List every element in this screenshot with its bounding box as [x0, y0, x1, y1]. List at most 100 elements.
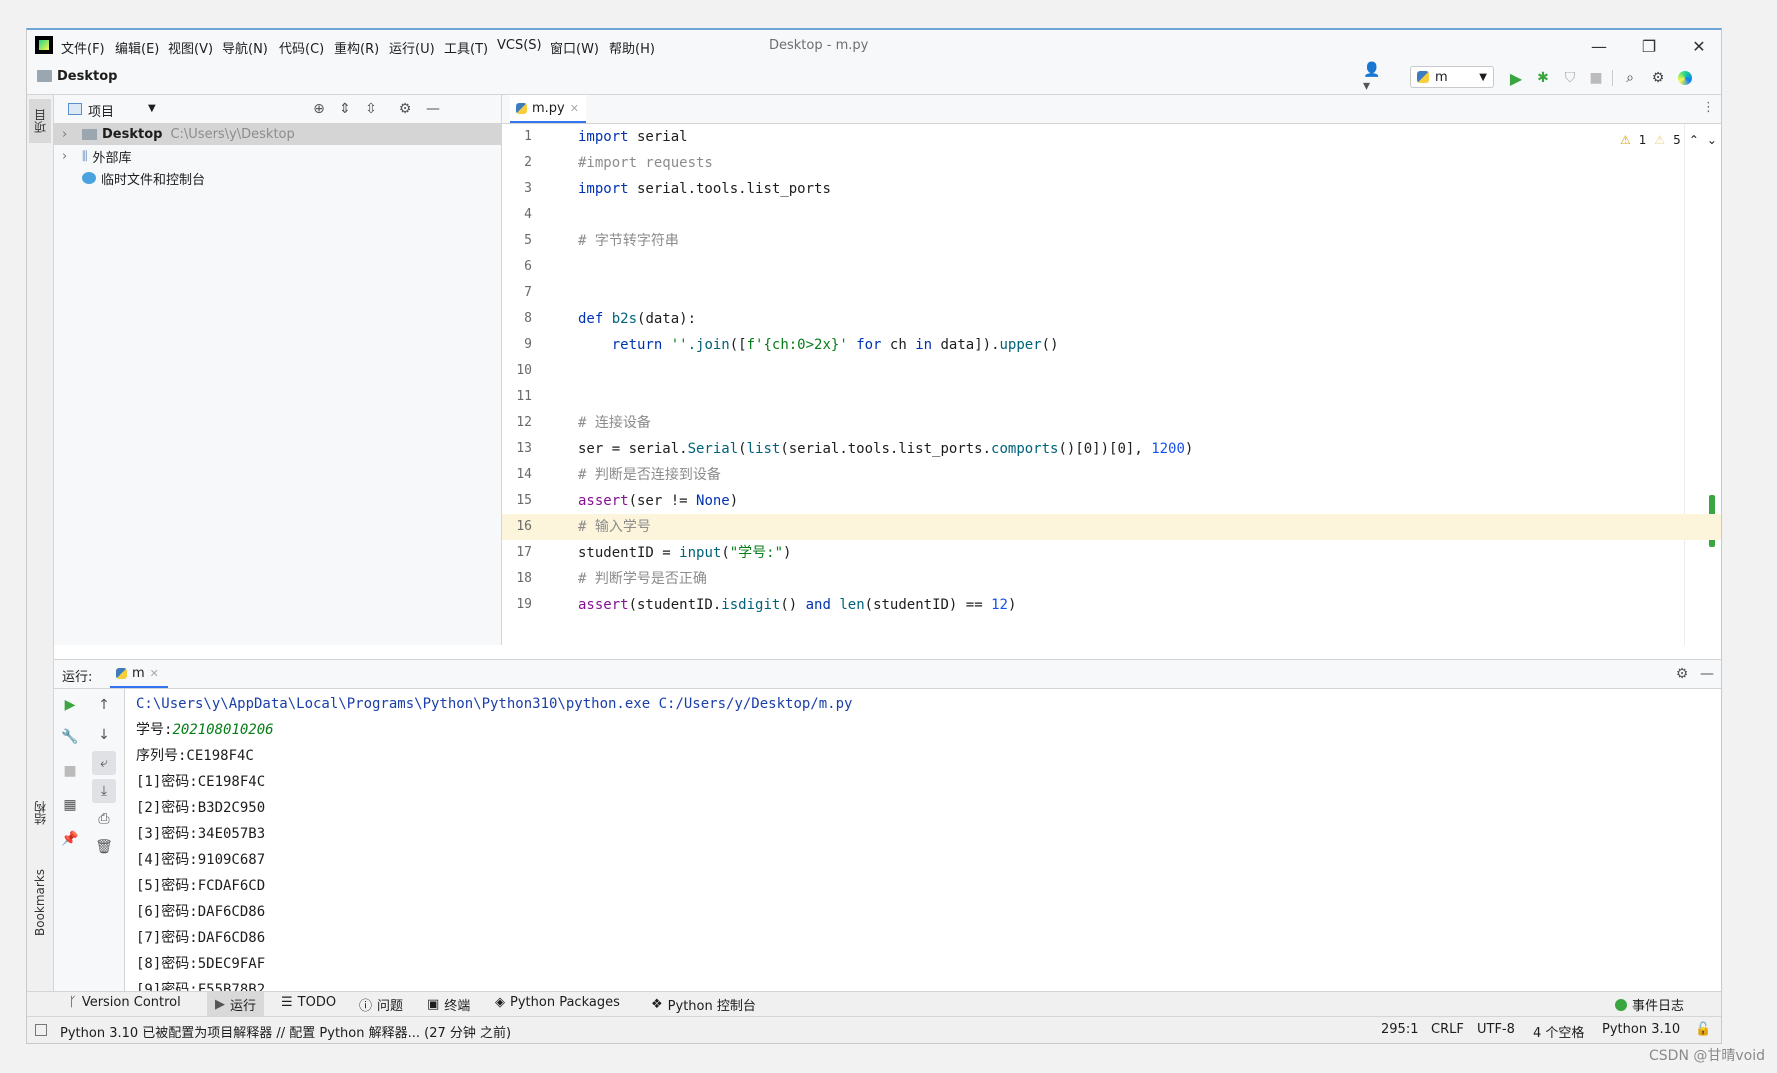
close-icon[interactable]: ✕ [1682, 34, 1716, 58]
arrow-down-icon[interactable]: ↓ [92, 723, 116, 747]
code-line[interactable]: 6 [502, 254, 1721, 280]
close-tab-icon[interactable]: ✕ [570, 102, 579, 115]
locate-icon[interactable]: ⊕ [308, 98, 330, 120]
tree-item-scratches[interactable]: 临时文件和控制台 [54, 167, 501, 189]
code-token: import [578, 129, 629, 145]
menu-vcs[interactable]: VCS(S) [497, 38, 542, 53]
gear-icon[interactable]: ⚙ [1671, 663, 1693, 685]
code-line[interactable]: 11 [502, 384, 1721, 410]
stop-icon[interactable]: ■ [58, 759, 82, 783]
run-toolbar: ▶ 🔧 ■ ▦ 📌 ↑ ↓ ⤶ ⤓ ⎙ 🗑 [54, 689, 125, 991]
run-tab-m[interactable]: m ✕ [110, 660, 168, 688]
more-tabs-icon[interactable]: ⋮ [1702, 100, 1715, 115]
code-line[interactable]: 5 # 字节转字符串 [502, 228, 1721, 254]
close-tab-icon[interactable]: ✕ [150, 667, 159, 680]
breadcrumb[interactable]: Desktop [57, 69, 117, 84]
chevron-right-icon[interactable]: › [62, 149, 76, 164]
wrench-icon[interactable]: 🔧 [58, 725, 82, 749]
caret-position[interactable]: 295:1 [1381, 1022, 1418, 1037]
menu-run[interactable]: 运行(U) [389, 38, 435, 57]
code-line[interactable]: 4 [502, 202, 1721, 228]
arrow-up-icon[interactable]: ↑ [92, 693, 116, 717]
code-token: (studentID) == [864, 597, 992, 613]
tool-tab-terminal[interactable]: ▣ 终端 [427, 995, 470, 1014]
stop-icon[interactable]: ■ [1585, 67, 1607, 89]
project-panel-title[interactable]: 项目 [88, 101, 114, 120]
indent-setting[interactable]: 4 个空格 [1533, 1022, 1584, 1041]
expand-all-icon[interactable]: ⇕ [334, 98, 356, 120]
menu-window[interactable]: 窗口(W) [550, 38, 599, 57]
code-line[interactable]: 19 assert(studentID.isdigit() and len(stu… [502, 592, 1721, 618]
code-line[interactable]: 3 import serial.tools.list_ports [502, 176, 1721, 202]
code-line[interactable]: 2 #import requests [502, 150, 1721, 176]
file-encoding[interactable]: UTF-8 [1477, 1022, 1515, 1037]
code-line[interactable]: 12 # 连接设备 [502, 410, 1721, 436]
chevron-down-icon[interactable]: ▼ [148, 103, 156, 114]
project-tool-tab[interactable]: 项目 [29, 99, 51, 143]
menu-help[interactable]: 帮助(H) [609, 38, 655, 57]
chevron-down-icon: ▼ [1479, 71, 1487, 83]
tree-item-external-libraries[interactable]: › ⫼ 外部库 [54, 145, 501, 167]
code-line[interactable]: 13 ser = serial.Serial(list(serial.tools.… [502, 436, 1721, 462]
layout-icon[interactable]: ▦ [58, 793, 82, 817]
coverage-icon[interactable]: ⛉ [1559, 67, 1581, 89]
code-line[interactable]: 15 assert(ser != None) [502, 488, 1721, 514]
tree-item-desktop[interactable]: › Desktop C:\Users\y\Desktop [54, 123, 501, 145]
minimize-icon[interactable]: — [1582, 34, 1616, 58]
run-config-select[interactable]: m ▼ [1410, 66, 1494, 88]
jetbrains-toolbox-icon[interactable] [1674, 67, 1696, 89]
menu-navigate[interactable]: 导航(N) [222, 38, 268, 57]
tab-m-py[interactable]: m.py ✕ [510, 95, 586, 123]
menu-file[interactable]: 文件(F) [61, 38, 105, 57]
code-line[interactable]: 1 import serial [502, 124, 1721, 150]
code-line[interactable]: 9 return ''.join([f'{ch:0>2x}' for ch in… [502, 332, 1721, 358]
gear-icon[interactable]: ⚙ [394, 98, 416, 120]
menu-tools[interactable]: 工具(T) [444, 38, 488, 57]
tool-tab-version-control[interactable]: ᚴ Version Control [69, 995, 181, 1010]
folder-icon [37, 70, 52, 82]
status-message[interactable]: Python 3.10 已被配置为项目解释器 // 配置 Python 解释器.… [60, 1022, 511, 1041]
structure-tool-tab[interactable]: 结构 [29, 787, 51, 839]
tool-tab-python-packages[interactable]: ◈ Python Packages [495, 995, 620, 1010]
code-line[interactable]: 7 [502, 280, 1721, 306]
code-line[interactable]: 17 studentID = input("学号:") [502, 540, 1721, 566]
menu-view[interactable]: 视图(V) [168, 38, 213, 57]
menu-code[interactable]: 代码(C) [279, 38, 324, 57]
trash-icon[interactable]: 🗑 [92, 835, 116, 859]
code-token: for [847, 337, 882, 353]
hide-icon[interactable]: — [1696, 663, 1718, 685]
run-icon[interactable]: ▶ [1505, 67, 1527, 89]
bookmarks-tool-tab[interactable]: Bookmarks [29, 857, 51, 947]
code-line[interactable]: 18 # 判断学号是否正确 [502, 566, 1721, 592]
lock-icon[interactable]: 🔓 [1695, 1022, 1711, 1037]
pin-icon[interactable]: 📌 [58, 827, 82, 851]
scroll-to-end-icon[interactable]: ⤓ [92, 779, 116, 803]
status-toggle-icon[interactable] [35, 1024, 47, 1036]
line-separator[interactable]: CRLF [1431, 1022, 1464, 1037]
code-line[interactable]: 8 def b2s(data): [502, 306, 1721, 332]
search-icon[interactable]: ⌕ [1619, 67, 1641, 89]
code-line[interactable]: 14 # 判断是否连接到设备 [502, 462, 1721, 488]
menu-refactor[interactable]: 重构(R) [334, 38, 379, 57]
menu-edit[interactable]: 编辑(E) [115, 38, 159, 57]
tool-tab-event-log[interactable]: 事件日志 [1615, 995, 1684, 1014]
tool-tab-run[interactable]: ▶ 运行 [207, 992, 265, 1016]
toolbar-divider [1612, 70, 1613, 86]
collapse-all-icon[interactable]: ⇳ [360, 98, 382, 120]
debug-icon[interactable]: ✱ [1532, 67, 1554, 89]
tool-tab-problems[interactable]: ⓘ 问题 [359, 995, 403, 1014]
code-line-current[interactable]: 16 # 输入学号 [502, 514, 1721, 540]
tool-tab-python-console[interactable]: ❖ Python 控制台 [651, 995, 756, 1014]
hide-icon[interactable]: — [422, 98, 444, 120]
gear-icon[interactable]: ⚙ [1647, 67, 1669, 89]
python-interpreter[interactable]: Python 3.10 [1602, 1022, 1680, 1037]
code-token: ( [721, 545, 730, 561]
soft-wrap-icon[interactable]: ⤶ [92, 751, 116, 775]
print-icon[interactable]: ⎙ [92, 807, 116, 831]
tool-tab-todo[interactable]: ☰ TODO [281, 995, 336, 1010]
rerun-icon[interactable]: ▶ [58, 693, 82, 717]
code-line[interactable]: 10 [502, 358, 1721, 384]
restore-icon[interactable]: ❐ [1632, 34, 1666, 58]
chevron-right-icon[interactable]: › [62, 127, 76, 142]
account-icon[interactable]: 👤▾ [1363, 62, 1385, 94]
